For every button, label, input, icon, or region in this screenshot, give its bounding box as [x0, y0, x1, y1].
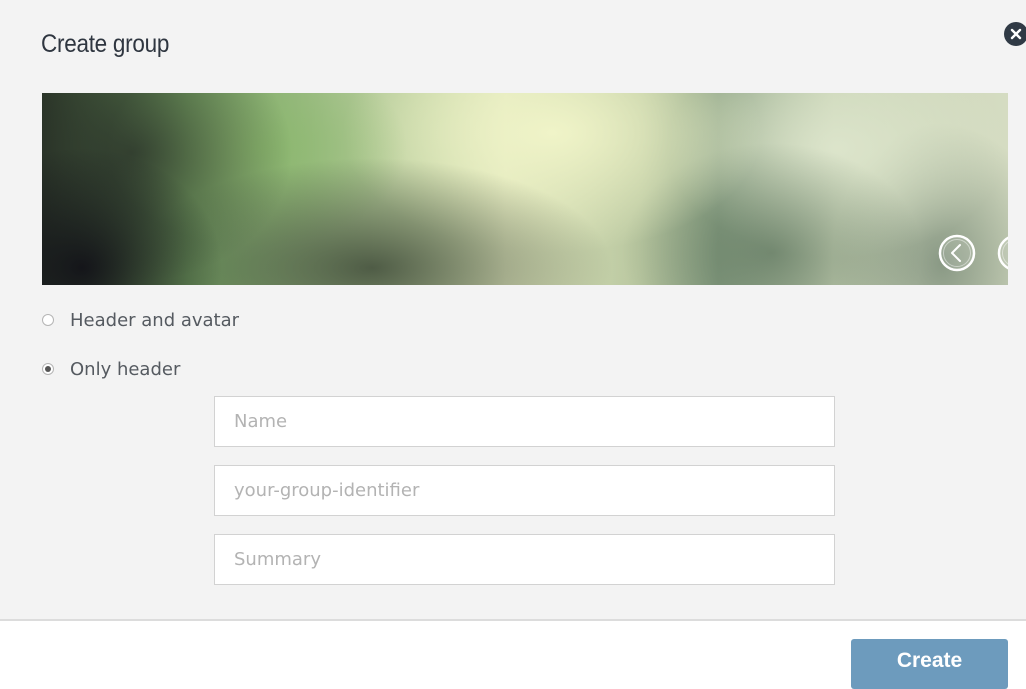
option-header-and-avatar[interactable]: Header and avatar: [42, 308, 239, 332]
create-button[interactable]: Create: [851, 639, 1008, 689]
option-label: Only header: [70, 358, 181, 380]
radio-only-header[interactable]: [42, 363, 54, 375]
next-image-button[interactable]: [997, 234, 1008, 272]
option-only-header[interactable]: Only header: [42, 357, 180, 381]
create-group-dialog: Create group Header and avatar Only head…: [0, 0, 1026, 619]
name-input[interactable]: [214, 396, 835, 447]
summary-input[interactable]: [214, 534, 835, 585]
chevron-left-circle-icon: [938, 234, 976, 272]
option-label: Header and avatar: [70, 309, 240, 331]
radio-header-and-avatar[interactable]: [42, 314, 54, 326]
footer-divider: [0, 619, 1026, 621]
previous-image-button[interactable]: [938, 234, 976, 272]
group-identifier-input[interactable]: [214, 465, 835, 516]
dialog-title: Create group: [41, 30, 170, 58]
chevron-right-circle-icon: [997, 236, 1008, 270]
close-icon: [1010, 28, 1022, 40]
header-image-preview: [42, 93, 1008, 285]
close-button[interactable]: [1004, 22, 1026, 46]
